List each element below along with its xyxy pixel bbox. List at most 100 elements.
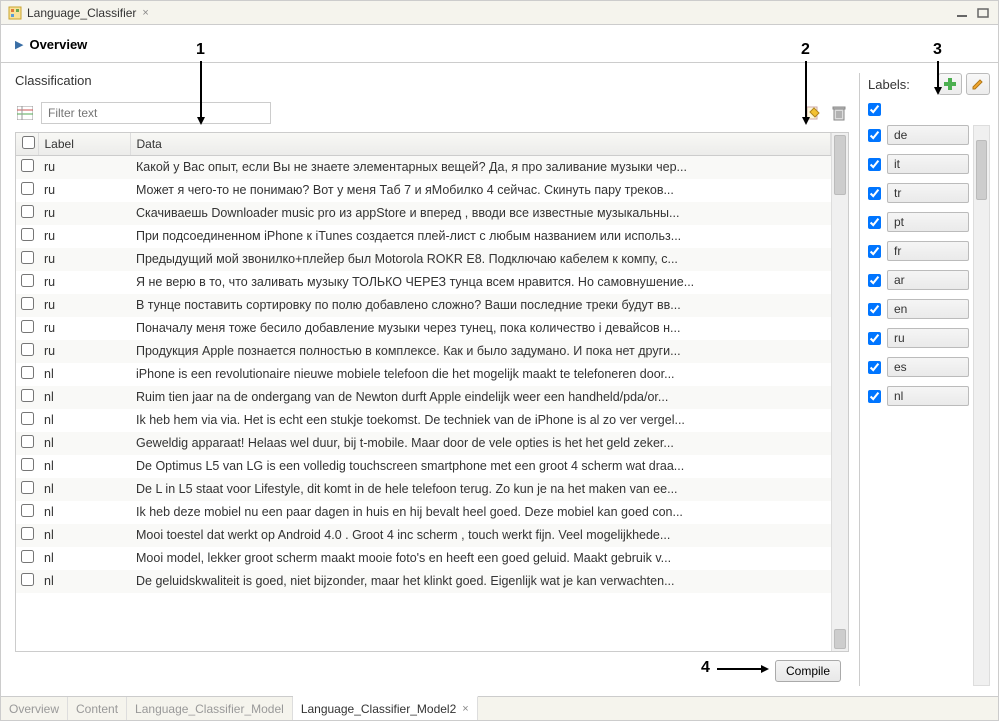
label-checkbox[interactable] [868, 390, 881, 403]
master-checkbox-row [868, 103, 990, 119]
label-box[interactable]: it [887, 154, 969, 174]
table-row[interactable]: ruКакой у Вас опыт, если Вы не знаете эл… [16, 156, 831, 179]
table-row[interactable]: ruПоначалу меня тоже бесило добавление м… [16, 317, 831, 340]
table-row[interactable]: nlIk heb hem via via. Het is echt een st… [16, 409, 831, 432]
label-checkbox[interactable] [868, 216, 881, 229]
row-checkbox-cell [16, 455, 38, 478]
delete-icon[interactable] [829, 103, 849, 123]
bottom-tab[interactable]: Language_Classifier_Model [127, 697, 293, 720]
label-checkbox[interactable] [868, 274, 881, 287]
select-all-checkbox[interactable] [22, 136, 35, 149]
compile-button[interactable]: Compile [775, 660, 841, 682]
row-checkbox[interactable] [21, 504, 34, 517]
label-box[interactable]: ru [887, 328, 969, 348]
row-checkbox[interactable] [21, 205, 34, 218]
row-data: De geluidskwaliteit is goed, niet bijzon… [130, 570, 831, 593]
table-row[interactable]: nlDe geluidskwaliteit is goed, niet bijz… [16, 570, 831, 593]
row-checkbox[interactable] [21, 481, 34, 494]
bottom-tab[interactable]: Content [68, 697, 127, 720]
labels-scrollbar[interactable] [973, 125, 990, 686]
row-checkbox[interactable] [21, 412, 34, 425]
row-checkbox[interactable] [21, 251, 34, 264]
labels-scrollbar-thumb[interactable] [976, 140, 987, 200]
table-row[interactable]: ruЯ не верю в то, что заливать музыку ТО… [16, 271, 831, 294]
label-checkbox[interactable] [868, 361, 881, 374]
row-checkbox-cell [16, 432, 38, 455]
row-label: nl [38, 547, 130, 570]
row-checkbox[interactable] [21, 550, 34, 563]
table-row[interactable]: ruПри подсоединенном iPhone к iTunes соз… [16, 225, 831, 248]
table-row[interactable]: nlIk heb deze mobiel nu een paar dagen i… [16, 501, 831, 524]
row-checkbox[interactable] [21, 320, 34, 333]
maximize-button[interactable] [974, 6, 992, 20]
row-checkbox[interactable] [21, 573, 34, 586]
annotation-1-arrow [197, 117, 205, 125]
header-label[interactable]: Label [38, 133, 130, 156]
row-checkbox[interactable] [21, 343, 34, 356]
label-box[interactable]: es [887, 357, 969, 377]
tab-close-icon[interactable]: × [462, 703, 468, 715]
table-row[interactable]: ruПродукция Apple познается полностью в … [16, 340, 831, 363]
label-checkbox[interactable] [868, 245, 881, 258]
minimize-button[interactable] [953, 6, 971, 20]
row-checkbox[interactable] [21, 159, 34, 172]
scrollbar-thumb[interactable] [834, 135, 846, 195]
bottom-tab[interactable]: Language_Classifier_Model2× [293, 696, 478, 720]
app-window: Language_Classifier × ▶ Overview Classif… [0, 0, 999, 721]
row-checkbox[interactable] [21, 182, 34, 195]
table-row[interactable]: ruСкачиваешь Downloader music pro из app… [16, 202, 831, 225]
row-label: nl [38, 386, 130, 409]
label-checkbox[interactable] [868, 187, 881, 200]
table-row[interactable]: ruПредыдущий мой звонилко+плейер был Mot… [16, 248, 831, 271]
label-checkbox[interactable] [868, 158, 881, 171]
table-row[interactable]: nlDe L in L5 staat voor Lifestyle, dit k… [16, 478, 831, 501]
label-box[interactable]: en [887, 299, 969, 319]
bottom-tab[interactable]: Overview [1, 697, 68, 720]
overview-title: Overview [29, 37, 87, 52]
row-checkbox[interactable] [21, 274, 34, 287]
edit-label-button[interactable] [966, 73, 990, 95]
label-checkbox[interactable] [868, 332, 881, 345]
label-box[interactable]: tr [887, 183, 969, 203]
table-row[interactable]: nlMooi model, lekker groot scherm maakt … [16, 547, 831, 570]
table-row[interactable]: nlGeweldig apparaat! Helaas wel duur, bi… [16, 432, 831, 455]
table-row[interactable]: ruМожет я чего-то не понимаю? Вот у меня… [16, 179, 831, 202]
header-data[interactable]: Data [130, 133, 831, 156]
table-row[interactable]: nlRuim tien jaar na de ondergang van de … [16, 386, 831, 409]
table-icon[interactable] [15, 104, 35, 122]
label-checkbox[interactable] [868, 303, 881, 316]
label-checkbox[interactable] [868, 129, 881, 142]
label-box[interactable]: fr [887, 241, 969, 261]
table-row[interactable]: ruВ тунце поставить сортировку по полю д… [16, 294, 831, 317]
row-label: ru [38, 317, 130, 340]
row-label: nl [38, 455, 130, 478]
header-checkbox-col[interactable] [16, 133, 38, 156]
row-data: Ik heb hem via via. Het is echt een stuk… [130, 409, 831, 432]
row-checkbox[interactable] [21, 228, 34, 241]
row-checkbox-cell [16, 524, 38, 547]
label-box[interactable]: de [887, 125, 969, 145]
label-item: ar [868, 270, 969, 290]
row-checkbox[interactable] [21, 435, 34, 448]
scrollbar-thumb-bottom[interactable] [834, 629, 846, 649]
label-box[interactable]: nl [887, 386, 969, 406]
row-checkbox[interactable] [21, 389, 34, 402]
overview-header[interactable]: ▶ Overview [1, 25, 998, 63]
table-scrollbar[interactable] [831, 133, 848, 651]
table-row[interactable]: nlMooi toestel dat werkt op Android 4.0 … [16, 524, 831, 547]
master-checkbox[interactable] [868, 103, 881, 116]
row-checkbox[interactable] [21, 458, 34, 471]
row-checkbox[interactable] [21, 527, 34, 540]
row-checkbox-cell [16, 386, 38, 409]
row-checkbox-cell [16, 271, 38, 294]
label-box[interactable]: ar [887, 270, 969, 290]
table-row[interactable]: nlDe Optimus L5 van LG is een volledig t… [16, 455, 831, 478]
row-checkbox[interactable] [21, 297, 34, 310]
filter-input[interactable] [41, 102, 271, 124]
table-row[interactable]: nliPhone is een revolutionaire nieuwe mo… [16, 363, 831, 386]
label-box[interactable]: pt [887, 212, 969, 232]
row-checkbox[interactable] [21, 366, 34, 379]
tab-close-icon[interactable]: × [142, 7, 148, 19]
row-label: nl [38, 363, 130, 386]
label-item: it [868, 154, 969, 174]
